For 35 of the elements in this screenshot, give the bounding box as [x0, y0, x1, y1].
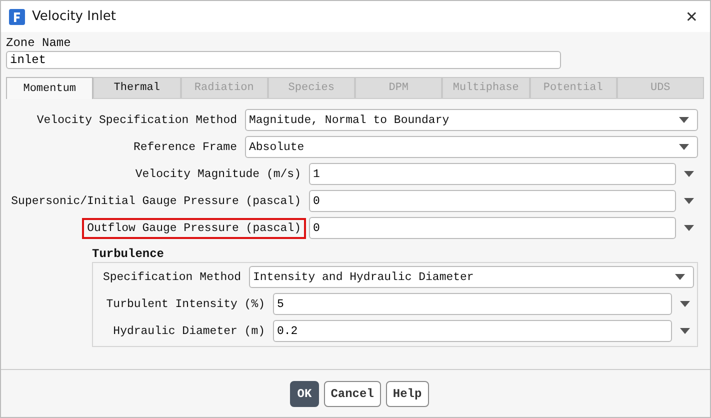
input-field[interactable]: inlet [6, 51, 561, 69]
input-field[interactable]: 5 [273, 293, 672, 315]
input-field[interactable]: 0 [309, 190, 676, 212]
caret-icon [675, 274, 685, 280]
window-title: Velocity Inlet [32, 9, 117, 24]
app-icon [9, 8, 25, 24]
close-button[interactable]: ✕ [681, 8, 702, 26]
dialog-button[interactable]: OK [290, 380, 319, 406]
caret-icon[interactable] [684, 225, 694, 231]
caret-icon [679, 144, 689, 150]
field-label: Zone Name [6, 36, 72, 50]
caret-icon[interactable] [680, 328, 690, 334]
caret-icon[interactable] [684, 198, 694, 204]
tab[interactable]: Thermal [93, 77, 180, 98]
dialog-button[interactable]: Help [386, 380, 429, 406]
caret-icon [679, 117, 689, 123]
caret-icon[interactable] [680, 301, 690, 307]
input-field[interactable]: 1 [309, 163, 676, 185]
field-label: Velocity Magnitude (m/s) [134, 166, 302, 182]
input-field[interactable]: 0 [309, 217, 676, 239]
dropdown[interactable]: Intensity and Hydraulic Diameter [249, 266, 694, 288]
dialog-button[interactable]: Cancel [324, 380, 381, 406]
field-label: Turbulent Intensity (%) [105, 296, 266, 312]
field-label: Outflow Gauge Pressure (pascal) [82, 218, 306, 238]
dropdown[interactable]: Absolute [245, 136, 698, 158]
field-label: Specification Method [102, 270, 242, 286]
field-label: Reference Frame [132, 140, 238, 156]
group-title: Turbulence [92, 247, 164, 261]
caret-icon[interactable] [684, 171, 694, 177]
field-label: Supersonic/Initial Gauge Pressure (pascal) [10, 194, 302, 210]
field-label: Hydraulic Diameter (m) [112, 324, 266, 340]
input-field[interactable]: 0.2 [273, 320, 672, 342]
field-label: Velocity Specification Method [36, 112, 238, 128]
dropdown[interactable]: Magnitude, Normal to Boundary [245, 109, 698, 131]
tab[interactable]: Momentum [6, 77, 94, 99]
